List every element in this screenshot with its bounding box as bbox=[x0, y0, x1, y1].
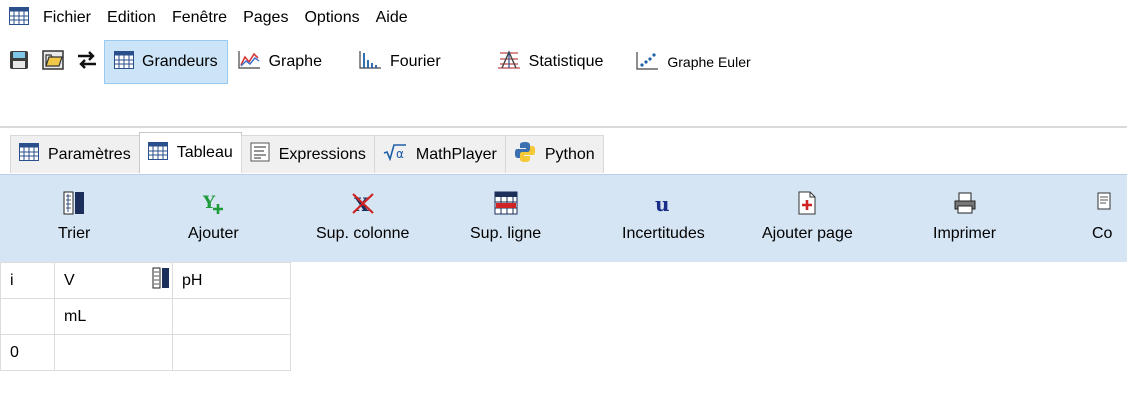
tab-python-label: Python bbox=[544, 145, 595, 163]
main-toolbar: Grandeurs Graphe Fourier Statistique Gra… bbox=[0, 38, 1127, 86]
add-page-icon bbox=[797, 191, 817, 215]
swap-button[interactable] bbox=[70, 42, 104, 82]
grandeurs-button[interactable]: Grandeurs bbox=[104, 40, 228, 84]
statistique-label: Statistique bbox=[528, 53, 604, 70]
fourier-label: Fourier bbox=[389, 53, 441, 70]
menu-fichier[interactable]: Fichier bbox=[43, 9, 91, 27]
swap-arrows-icon bbox=[75, 50, 99, 75]
table-icon bbox=[114, 50, 134, 74]
graphe-euler-label: Graphe Euler bbox=[667, 54, 751, 70]
cell-ph[interactable] bbox=[172, 334, 291, 371]
table-icon bbox=[147, 141, 168, 165]
svg-text:α: α bbox=[396, 147, 404, 161]
sort-column-icon[interactable] bbox=[152, 267, 170, 294]
menu-pages[interactable]: Pages bbox=[243, 9, 288, 27]
python-logo-icon bbox=[514, 141, 536, 168]
column-header-ph[interactable]: pH bbox=[172, 262, 291, 299]
unit-cell-v[interactable]: mL bbox=[54, 298, 173, 335]
ajouter-page-button[interactable]: Ajouter page bbox=[762, 191, 853, 243]
folder-open-icon bbox=[42, 49, 64, 75]
graphe-euler-button[interactable]: Graphe Euler bbox=[626, 40, 759, 84]
row-index-cell: 0 bbox=[0, 334, 55, 371]
imprimer-label: Imprimer bbox=[933, 225, 997, 242]
table-app-icon bbox=[9, 6, 29, 30]
incertitudes-button[interactable]: u Incertitudes bbox=[622, 191, 705, 243]
unit-row: mL bbox=[0, 298, 291, 335]
tab-expressions-label: Expressions bbox=[278, 145, 366, 163]
incertitudes-label: Incertitudes bbox=[622, 225, 705, 242]
fourier-button[interactable]: Fourier bbox=[349, 40, 450, 84]
sup-colonne-button[interactable]: X Sup. colonne bbox=[316, 191, 409, 243]
divider bbox=[0, 126, 1127, 128]
grandeurs-label: Grandeurs bbox=[142, 53, 218, 70]
tab-expressions[interactable]: Expressions bbox=[240, 135, 375, 173]
tab-parametres-label: Paramètres bbox=[48, 145, 131, 163]
table-icon bbox=[19, 143, 39, 166]
uncertainty-u-icon: u bbox=[653, 191, 673, 216]
menu-bar: Fichier Edition Fenêtre Pages Options Ai… bbox=[0, 0, 1127, 36]
tab-bar: Paramètres Tableau Expressions α MathPla… bbox=[10, 132, 604, 173]
ribbon-toolbar: Trier Y Ajouter X Sup. colonne Sup. lign… bbox=[0, 174, 1127, 262]
table-row: 0 bbox=[0, 334, 291, 371]
tab-python[interactable]: Python bbox=[504, 135, 604, 173]
delete-variable-icon: X bbox=[351, 191, 375, 216]
statistics-icon bbox=[497, 49, 521, 75]
copy-icon bbox=[1092, 191, 1112, 215]
sup-ligne-button[interactable]: Sup. ligne bbox=[470, 191, 541, 243]
add-variable-icon: Y bbox=[201, 191, 225, 215]
menu-options[interactable]: Options bbox=[304, 9, 359, 27]
header-row: i V pH bbox=[0, 262, 291, 299]
data-table: i V pH mL 0 bbox=[0, 262, 291, 371]
index-header-cell[interactable]: i bbox=[0, 262, 55, 299]
ajouter-page-label: Ajouter page bbox=[762, 225, 853, 242]
ajouter-label: Ajouter bbox=[188, 225, 239, 242]
sqrt-alpha-icon: α bbox=[383, 143, 407, 166]
trier-button[interactable]: Trier bbox=[58, 191, 90, 243]
save-icon bbox=[9, 50, 29, 75]
tab-tableau-label: Tableau bbox=[176, 144, 233, 161]
imprimer-button[interactable]: Imprimer bbox=[933, 191, 996, 243]
printer-icon bbox=[954, 191, 976, 215]
svg-text:u: u bbox=[655, 192, 670, 215]
spectrum-icon bbox=[358, 50, 382, 75]
sup-ligne-label: Sup. ligne bbox=[470, 225, 542, 242]
sup-colonne-label: Sup. colonne bbox=[316, 225, 410, 242]
menu-fenetre[interactable]: Fenêtre bbox=[172, 9, 227, 27]
column-header-v[interactable]: V bbox=[54, 262, 173, 299]
open-button[interactable] bbox=[36, 42, 70, 82]
ajouter-button[interactable]: Y Ajouter bbox=[188, 191, 239, 243]
document-icon bbox=[250, 142, 270, 167]
trier-label: Trier bbox=[58, 225, 91, 242]
cell-v[interactable] bbox=[54, 334, 173, 371]
graphe-label: Graphe bbox=[268, 53, 322, 70]
scatter-plot-icon bbox=[635, 51, 659, 74]
unit-index-cell bbox=[0, 298, 55, 335]
unit-cell-ph[interactable] bbox=[172, 298, 291, 335]
copier-button[interactable]: Co bbox=[1092, 191, 1112, 243]
tab-mathplayer-label: MathPlayer bbox=[415, 145, 497, 163]
tab-parametres[interactable]: Paramètres bbox=[10, 135, 140, 173]
tab-mathplayer[interactable]: α MathPlayer bbox=[373, 135, 506, 173]
statistique-button[interactable]: Statistique bbox=[488, 40, 613, 84]
delete-row-icon bbox=[494, 191, 518, 215]
graphe-button[interactable]: Graphe bbox=[228, 40, 331, 84]
tab-tableau[interactable]: Tableau bbox=[138, 132, 242, 173]
column-v-label: V bbox=[64, 271, 75, 289]
line-chart-icon bbox=[237, 50, 261, 75]
sort-column-icon bbox=[63, 191, 85, 215]
menu-edition[interactable]: Edition bbox=[107, 9, 156, 27]
copier-label: Co bbox=[1092, 225, 1113, 242]
menu-aide[interactable]: Aide bbox=[376, 9, 408, 27]
save-button[interactable] bbox=[2, 42, 36, 82]
